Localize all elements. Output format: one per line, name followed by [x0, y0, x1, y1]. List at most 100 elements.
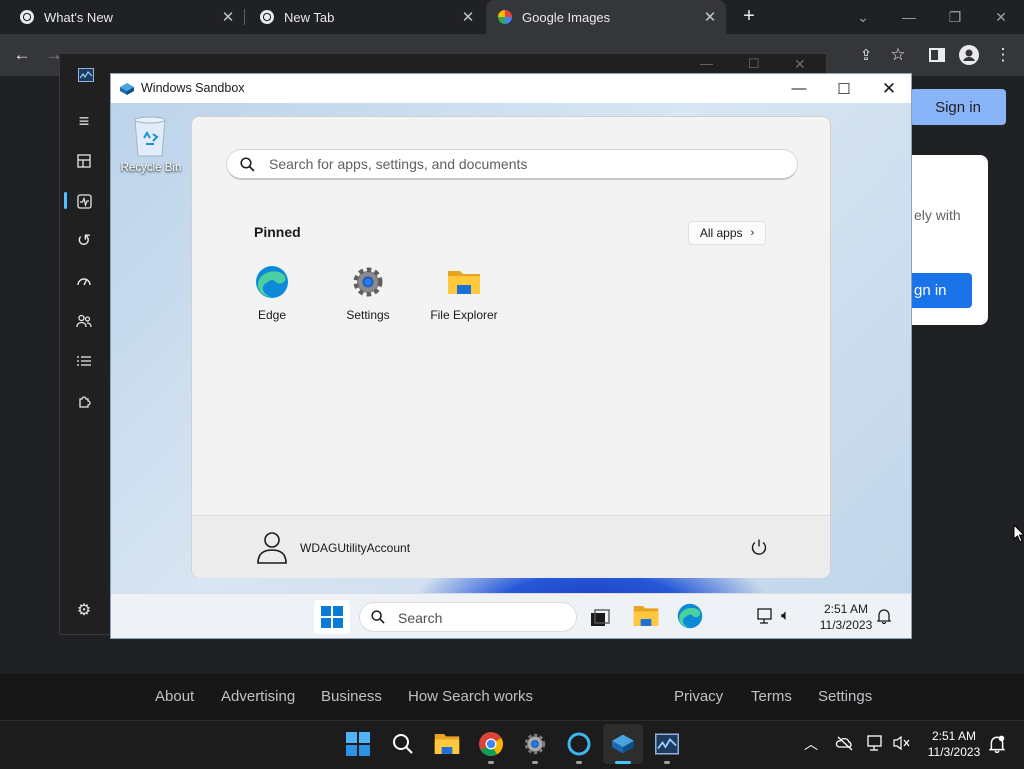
maximize-icon[interactable]: ☐ — [748, 56, 760, 72]
star-icon[interactable]: ☆ — [883, 40, 913, 70]
pinned-app-edge[interactable]: Edge — [224, 265, 320, 331]
close-icon[interactable]: ✕ — [794, 56, 806, 73]
clock-time: 2:51 AM — [931, 729, 977, 743]
tab-label: What's New — [44, 9, 113, 25]
google-icon — [498, 10, 512, 24]
power-icon[interactable] — [750, 538, 768, 561]
windows-start-button[interactable] — [342, 728, 374, 760]
pinned-app-label: Edge — [257, 308, 287, 322]
start-menu: Pinned All apps › Edge Settings File Exp… — [191, 116, 831, 578]
close-tab-icon[interactable]: ✕ — [700, 8, 720, 26]
footer-link-privacy[interactable]: Privacy — [674, 688, 723, 705]
minimize-icon[interactable]: — — [886, 0, 932, 34]
running-indicator — [576, 761, 582, 764]
startup-icon[interactable] — [72, 269, 96, 293]
side-panel-icon[interactable] — [922, 40, 952, 70]
volume-muted-icon[interactable] — [893, 735, 911, 756]
share-icon[interactable]: ⇪ — [851, 40, 881, 70]
pinned-app-label: Settings — [346, 308, 390, 322]
tab-new-tab[interactable]: New Tab ✕ — [240, 0, 484, 34]
selected-indicator — [64, 192, 67, 209]
footer-link-terms[interactable]: Terms — [751, 688, 792, 705]
search-icon — [240, 157, 255, 177]
settings-taskbar-icon[interactable] — [519, 728, 551, 760]
edge-icon — [255, 265, 289, 299]
tab-label: Google Images — [522, 9, 611, 25]
menu-icon[interactable]: ⋮ — [988, 40, 1018, 70]
back-icon[interactable]: ← — [7, 40, 37, 70]
onedrive-offline-icon[interactable] — [835, 735, 855, 756]
recycle-bin-desktop-icon[interactable] — [131, 114, 169, 163]
file-explorer-taskbar-icon[interactable] — [633, 604, 659, 633]
all-apps-button[interactable]: All apps › — [688, 221, 766, 245]
mouse-cursor-icon — [1013, 523, 1024, 548]
footer-link-how-search-works[interactable]: How Search works — [408, 688, 533, 705]
account-name[interactable]: WDAGUtilityAccount — [300, 541, 410, 555]
tab-label: New Tab — [284, 9, 335, 25]
minimize-icon[interactable]: — — [700, 56, 713, 71]
host-clock[interactable]: 2:51 AM 11/3/2023 — [922, 728, 986, 760]
search-icon[interactable] — [387, 728, 419, 760]
card-text: ely with — [914, 207, 961, 223]
maximize-icon[interactable]: ☐ — [821, 74, 867, 103]
network-icon[interactable] — [867, 735, 885, 756]
settings-gear-icon[interactable]: ⚙ — [72, 598, 96, 622]
plus-icon[interactable]: + — [737, 5, 761, 29]
edge-taskbar-icon[interactable] — [677, 603, 703, 634]
recycle-bin-icon — [134, 116, 166, 157]
taskbar-search-input[interactable] — [396, 609, 570, 627]
details-list-icon[interactable] — [72, 349, 96, 373]
recycle-bin-label: Recycle Bin — [120, 162, 182, 174]
start-search-input[interactable] — [267, 155, 771, 173]
clock-time: 2:51 AM — [823, 602, 869, 616]
task-view-icon[interactable] — [590, 609, 610, 632]
sandbox-logo-icon — [119, 82, 135, 96]
minimize-icon[interactable]: — — [776, 74, 822, 103]
start-search-box[interactable] — [226, 149, 798, 180]
windows-sandbox-taskbar-icon[interactable] — [607, 728, 639, 760]
restore-icon[interactable]: ❐ — [932, 0, 978, 34]
notification-bell-icon[interactable] — [988, 735, 1006, 758]
footer-link-advertising[interactable]: Advertising — [221, 688, 295, 705]
users-icon[interactable] — [72, 309, 96, 333]
footer-link-settings[interactable]: Settings — [818, 688, 872, 705]
profile-icon[interactable] — [954, 40, 984, 70]
history-icon[interactable]: ↺ — [72, 229, 96, 253]
tab-strip: What's New ✕ New Tab ✕ Google Images ✕ +… — [0, 0, 1024, 34]
services-icon[interactable] — [72, 389, 96, 413]
taskbar-search-box[interactable] — [359, 602, 577, 632]
user-avatar-icon[interactable] — [256, 530, 288, 569]
clock-date: 11/3/2023 — [819, 618, 873, 632]
monitor-app-icon — [78, 68, 94, 82]
close-tab-icon[interactable]: ✕ — [218, 8, 238, 26]
tab-google-images[interactable]: Google Images ✕ — [486, 0, 726, 34]
file-explorer-taskbar-icon[interactable] — [431, 728, 463, 760]
chrome-taskbar-icon[interactable] — [475, 728, 507, 760]
performance-monitor-taskbar-icon[interactable] — [651, 728, 683, 760]
windows-sandbox-window[interactable]: Windows Sandbox — ☐ ✕ Recycle Bin Pinned… — [110, 73, 912, 639]
processes-icon[interactable] — [72, 149, 96, 173]
network-icon[interactable] — [757, 608, 775, 629]
close-tab-icon[interactable]: ✕ — [458, 8, 478, 26]
sandbox-clock[interactable]: 2:51 AM 11/3/2023 — [814, 601, 878, 633]
card-sign-in-button[interactable]: gn in — [912, 273, 972, 308]
pinned-app-file-explorer[interactable]: File Explorer — [416, 265, 512, 331]
hamburger-menu-icon[interactable]: ≡ — [72, 109, 96, 133]
chrome-icon — [20, 10, 34, 24]
chevron-down-icon[interactable]: ⌄ — [840, 0, 886, 34]
sign-in-button[interactable]: Sign in — [910, 89, 1006, 125]
chevron-up-icon[interactable]: ︿ — [804, 734, 818, 754]
pinned-app-settings[interactable]: Settings — [320, 265, 416, 331]
volume-icon[interactable]: 🔈︎ — [781, 607, 790, 624]
performance-icon[interactable] — [72, 189, 96, 213]
footer-link-business[interactable]: Business — [321, 688, 382, 705]
settings-gear-icon — [351, 265, 385, 299]
windows-start-button[interactable] — [314, 600, 350, 634]
footer-link-about[interactable]: About — [155, 688, 194, 705]
close-window-icon[interactable]: ✕ — [978, 0, 1024, 34]
cortana-icon[interactable] — [563, 728, 595, 760]
notification-bell-icon[interactable] — [876, 608, 892, 629]
close-icon[interactable]: ✕ — [866, 74, 911, 103]
running-indicator — [664, 761, 670, 764]
tab-whats-new[interactable]: What's New ✕ — [0, 0, 244, 34]
